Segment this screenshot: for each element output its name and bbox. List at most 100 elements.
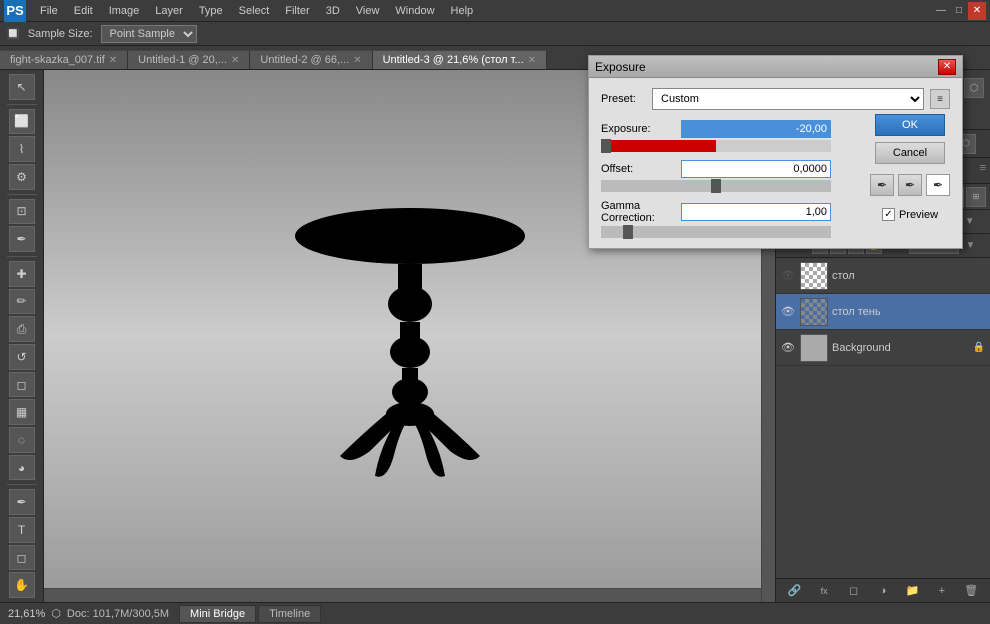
gradient-tool[interactable]: ▦ [9, 399, 35, 425]
layer-thumb-stol-ten [800, 298, 828, 326]
ok-button[interactable]: OK [875, 114, 945, 136]
status-bar: 21,61% ⬡ Doc: 101,7M/300,5M Mini Bridge … [0, 602, 990, 624]
horizontal-scrollbar[interactable] [44, 588, 761, 602]
delete-layer-button[interactable]: 🗑 [961, 582, 981, 600]
tab-fight-skazka[interactable]: fight-skazka_007.tif ✕ [0, 50, 128, 69]
mini-bridge-tab[interactable]: Mini Bridge [179, 605, 256, 623]
maximize-button[interactable]: □ [950, 2, 968, 20]
menu-help[interactable]: Help [443, 3, 482, 19]
lasso-tool[interactable]: ⌇ [9, 136, 35, 162]
timeline-tab[interactable]: Timeline [258, 605, 321, 623]
preview-row: ✓ Preview [882, 208, 938, 221]
blur-tool[interactable]: ◌ [9, 427, 35, 453]
exposure-input[interactable] [681, 120, 831, 138]
gamma-slider[interactable] [601, 226, 831, 238]
offset-slider[interactable] [601, 180, 831, 192]
menu-select[interactable]: Select [231, 3, 278, 19]
menu-3d[interactable]: 3D [318, 3, 348, 19]
menu-filter[interactable]: Filter [277, 3, 317, 19]
marquee-tool[interactable]: ⬜ [9, 109, 35, 135]
preset-menu-button[interactable]: ≡ [930, 89, 950, 109]
eyedropper-black[interactable]: ✒ [870, 174, 894, 196]
tab-untitled3[interactable]: Untitled-3 @ 21,6% (стол т... ✕ [373, 50, 547, 69]
tab-label: Untitled-3 @ 21,6% (стол т... [383, 54, 524, 66]
tab-close-icon[interactable]: ✕ [109, 55, 117, 66]
menu-bar: PS File Edit Image Layer Type Select Fil… [0, 0, 990, 22]
layer-item-background[interactable]: 👁 Background 🔒 [776, 330, 990, 366]
menu-items: File Edit Image Layer Type Select Filter… [32, 3, 481, 19]
pen-tool[interactable]: ✒ [9, 489, 35, 515]
brush-tool[interactable]: ✏ [9, 289, 35, 315]
menu-edit[interactable]: Edit [66, 3, 101, 19]
layer-visibility-background[interactable]: 👁 [780, 340, 796, 356]
clone-tool[interactable]: ⎙ [9, 316, 35, 342]
healing-brush[interactable]: ✚ [9, 261, 35, 287]
exposure-slider[interactable] [601, 140, 831, 152]
tab-label: fight-skazka_007.tif [10, 54, 105, 66]
eyedropper-tools: ✒ ✒ ✒ [870, 174, 950, 196]
dialog-close-button[interactable]: ✕ [938, 59, 956, 75]
offset-input[interactable] [681, 160, 831, 178]
gamma-input[interactable] [681, 203, 831, 221]
link-button[interactable]: 🔗 [785, 582, 805, 600]
zoom-level: 21,61% [8, 608, 45, 620]
eyedropper-tool[interactable]: ✒ [9, 226, 35, 252]
separator [7, 484, 37, 485]
tab-close-icon[interactable]: ✕ [528, 55, 536, 66]
dialog-title-text: Exposure [595, 60, 646, 74]
layer-thumb-stol [800, 262, 828, 290]
menu-window[interactable]: Window [387, 3, 442, 19]
layer-visibility-stol-ten[interactable]: 👁 [780, 304, 796, 320]
move-tool[interactable]: ↖ [9, 74, 35, 100]
dialog-params: Exposure: Offset: Gamma Correc [601, 120, 831, 238]
layer-item-stol[interactable]: 👁 стол [776, 258, 990, 294]
menu-view[interactable]: View [348, 3, 388, 19]
dodge-tool[interactable]: ◕ [9, 455, 35, 481]
new-layer-button[interactable]: + [932, 582, 952, 600]
panel-icon-9[interactable]: ⬡ [964, 78, 984, 98]
cancel-button[interactable]: Cancel [875, 142, 945, 164]
hand-tool[interactable]: ✋ [9, 572, 35, 598]
panel-menu-icon[interactable]: ≡ [976, 158, 990, 183]
offset-label: Offset: [601, 163, 681, 175]
exposure-param: Exposure: [601, 120, 831, 152]
eraser-tool[interactable]: ◻ [9, 372, 35, 398]
gamma-label: Gamma Correction: [601, 200, 681, 224]
eyedropper-white[interactable]: ✒ [926, 174, 950, 196]
layer-name-background: Background [832, 342, 968, 354]
layers-list: 👁 стол 👁 стол тень 👁 Background 🔒 [776, 258, 990, 578]
text-tool[interactable]: T [9, 517, 35, 543]
menu-image[interactable]: Image [101, 3, 148, 19]
dialog-actions: OK Cancel ✒ ✒ ✒ ✓ Preview [870, 114, 950, 221]
history-brush[interactable]: ↺ [9, 344, 35, 370]
zoom-icon: ⬡ [51, 607, 61, 620]
layer-item-stol-ten[interactable]: 👁 стол тень [776, 294, 990, 330]
tab-close-icon[interactable]: ✕ [353, 55, 361, 66]
quick-select-tool[interactable]: ⚙ [9, 164, 35, 190]
mask-button[interactable]: ◻ [844, 582, 864, 600]
fx-button[interactable]: fx [814, 582, 834, 600]
adjustment-button[interactable]: ◑ [873, 582, 893, 600]
layer-visibility-stol[interactable]: 👁 [780, 268, 796, 284]
mini-bridge-tabs: Mini Bridge Timeline [179, 605, 321, 623]
close-button[interactable]: ✕ [968, 2, 986, 20]
tab-close-icon[interactable]: ✕ [231, 55, 239, 66]
tab-untitled2[interactable]: Untitled-2 @ 66,... ✕ [250, 50, 372, 69]
menu-file[interactable]: File [32, 3, 66, 19]
sample-size-select[interactable]: Point Sample [101, 25, 197, 43]
preview-checkbox[interactable]: ✓ [882, 208, 895, 221]
preset-select[interactable]: Custom [652, 88, 924, 110]
folder-button[interactable]: 📁 [902, 582, 922, 600]
crop-tool[interactable]: ⊡ [9, 199, 35, 225]
menu-layer[interactable]: Layer [147, 3, 191, 19]
tab-untitled1[interactable]: Untitled-1 @ 20,... ✕ [128, 50, 250, 69]
layer-name-stol-ten: стол тень [832, 306, 986, 318]
menu-type[interactable]: Type [191, 3, 231, 19]
canvas-image [280, 156, 540, 516]
layer-lock-background: 🔒 [972, 341, 986, 355]
shape-tool[interactable]: ◻ [9, 545, 35, 571]
minimize-button[interactable]: — [932, 2, 950, 20]
eyedropper-gray[interactable]: ✒ [898, 174, 922, 196]
tab-label: Untitled-2 @ 66,... [260, 54, 349, 66]
filter-smart[interactable]: ⊞ [966, 187, 986, 207]
